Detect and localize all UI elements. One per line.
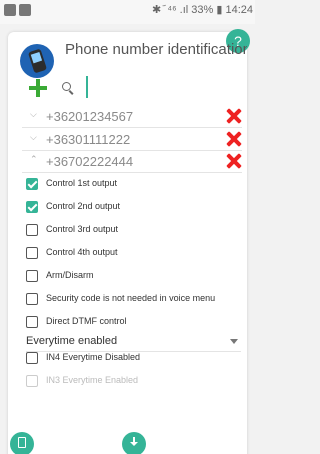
checkbox[interactable] <box>26 224 38 236</box>
page-title: Phone number identification <box>65 41 247 58</box>
notification-icon <box>4 4 16 16</box>
phone-number: +36702222444 <box>46 154 134 169</box>
checkbox[interactable] <box>26 178 38 190</box>
close-icon[interactable] <box>226 108 242 124</box>
add-phone-button[interactable] <box>29 79 47 97</box>
close-icon[interactable] <box>226 153 242 169</box>
option-control-2nd-output[interactable]: Control 2nd output <box>26 200 241 218</box>
download-button[interactable] <box>122 432 146 454</box>
document-icon <box>18 437 26 448</box>
checkbox[interactable] <box>26 293 38 305</box>
option-label: Control 2nd output <box>46 201 121 211</box>
option-in4[interactable]: IN4 Everytime Disabled <box>26 351 241 369</box>
search-input[interactable] <box>86 76 236 98</box>
checkbox[interactable] <box>26 247 38 259</box>
chevron-down-icon[interactable]: ⌵ <box>30 133 40 143</box>
option-direct-dtmf[interactable]: Direct DTMF control <box>26 315 241 333</box>
option-in3: IN3 Everytime Enabled <box>26 374 241 392</box>
option-label: Arm/Disarm <box>46 270 94 280</box>
option-label: Direct DTMF control <box>46 316 127 326</box>
image-icon <box>19 4 31 16</box>
chevron-up-icon[interactable]: ⌃ <box>30 155 40 165</box>
checkbox <box>26 375 38 387</box>
checkbox[interactable] <box>26 270 38 282</box>
status-right: ✱ ᷄ ⁴⁶ .ıl 33% ▮ 14:24 <box>152 4 253 16</box>
settings-card: ? Phone number identification ⌵ +3620123… <box>8 29 250 454</box>
checkbox[interactable] <box>26 201 38 213</box>
option-label: Control 1st output <box>46 178 118 188</box>
search-icon <box>62 82 74 95</box>
option-control-4th-output[interactable]: Control 4th output <box>26 246 241 264</box>
option-security-code[interactable]: Security code is not needed in voice men… <box>26 292 241 310</box>
phone-row[interactable]: ⌃ +36702222444 <box>22 151 242 173</box>
option-label: Security code is not needed in voice men… <box>46 293 216 303</box>
phone-row[interactable]: ⌵ +36201234567 <box>22 106 242 128</box>
chevron-down-icon <box>230 339 238 344</box>
close-icon[interactable] <box>226 131 242 147</box>
option-label: IN4 Everytime Disabled <box>46 352 141 362</box>
option-label: IN3 Everytime Enabled <box>46 375 139 385</box>
option-control-3rd-output[interactable]: Control 3rd output <box>26 223 241 241</box>
chevron-down-icon[interactable]: ⌵ <box>30 110 40 120</box>
document-button[interactable] <box>10 432 34 454</box>
phone-number: +36201234567 <box>46 109 134 124</box>
status-icons-left <box>4 4 31 16</box>
download-icon <box>129 437 139 451</box>
checkbox[interactable] <box>26 352 38 364</box>
option-label: Control 3rd output <box>46 224 119 234</box>
input-mode-dropdown[interactable]: Everytime enabled <box>26 334 241 352</box>
phone-number: +36301111222 <box>46 132 131 147</box>
option-control-1st-output[interactable]: Control 1st output <box>26 177 241 195</box>
option-label: Control 4th output <box>46 247 118 257</box>
phone-icon <box>20 44 54 78</box>
dropdown-value: Everytime enabled <box>26 335 118 347</box>
phone-row[interactable]: ⌵ +36301111222 <box>22 129 242 151</box>
status-bar: ✱ ᷄ ⁴⁶ .ıl 33% ▮ 14:24 <box>0 0 255 24</box>
option-arm-disarm[interactable]: Arm/Disarm <box>26 269 241 287</box>
checkbox[interactable] <box>26 316 38 328</box>
